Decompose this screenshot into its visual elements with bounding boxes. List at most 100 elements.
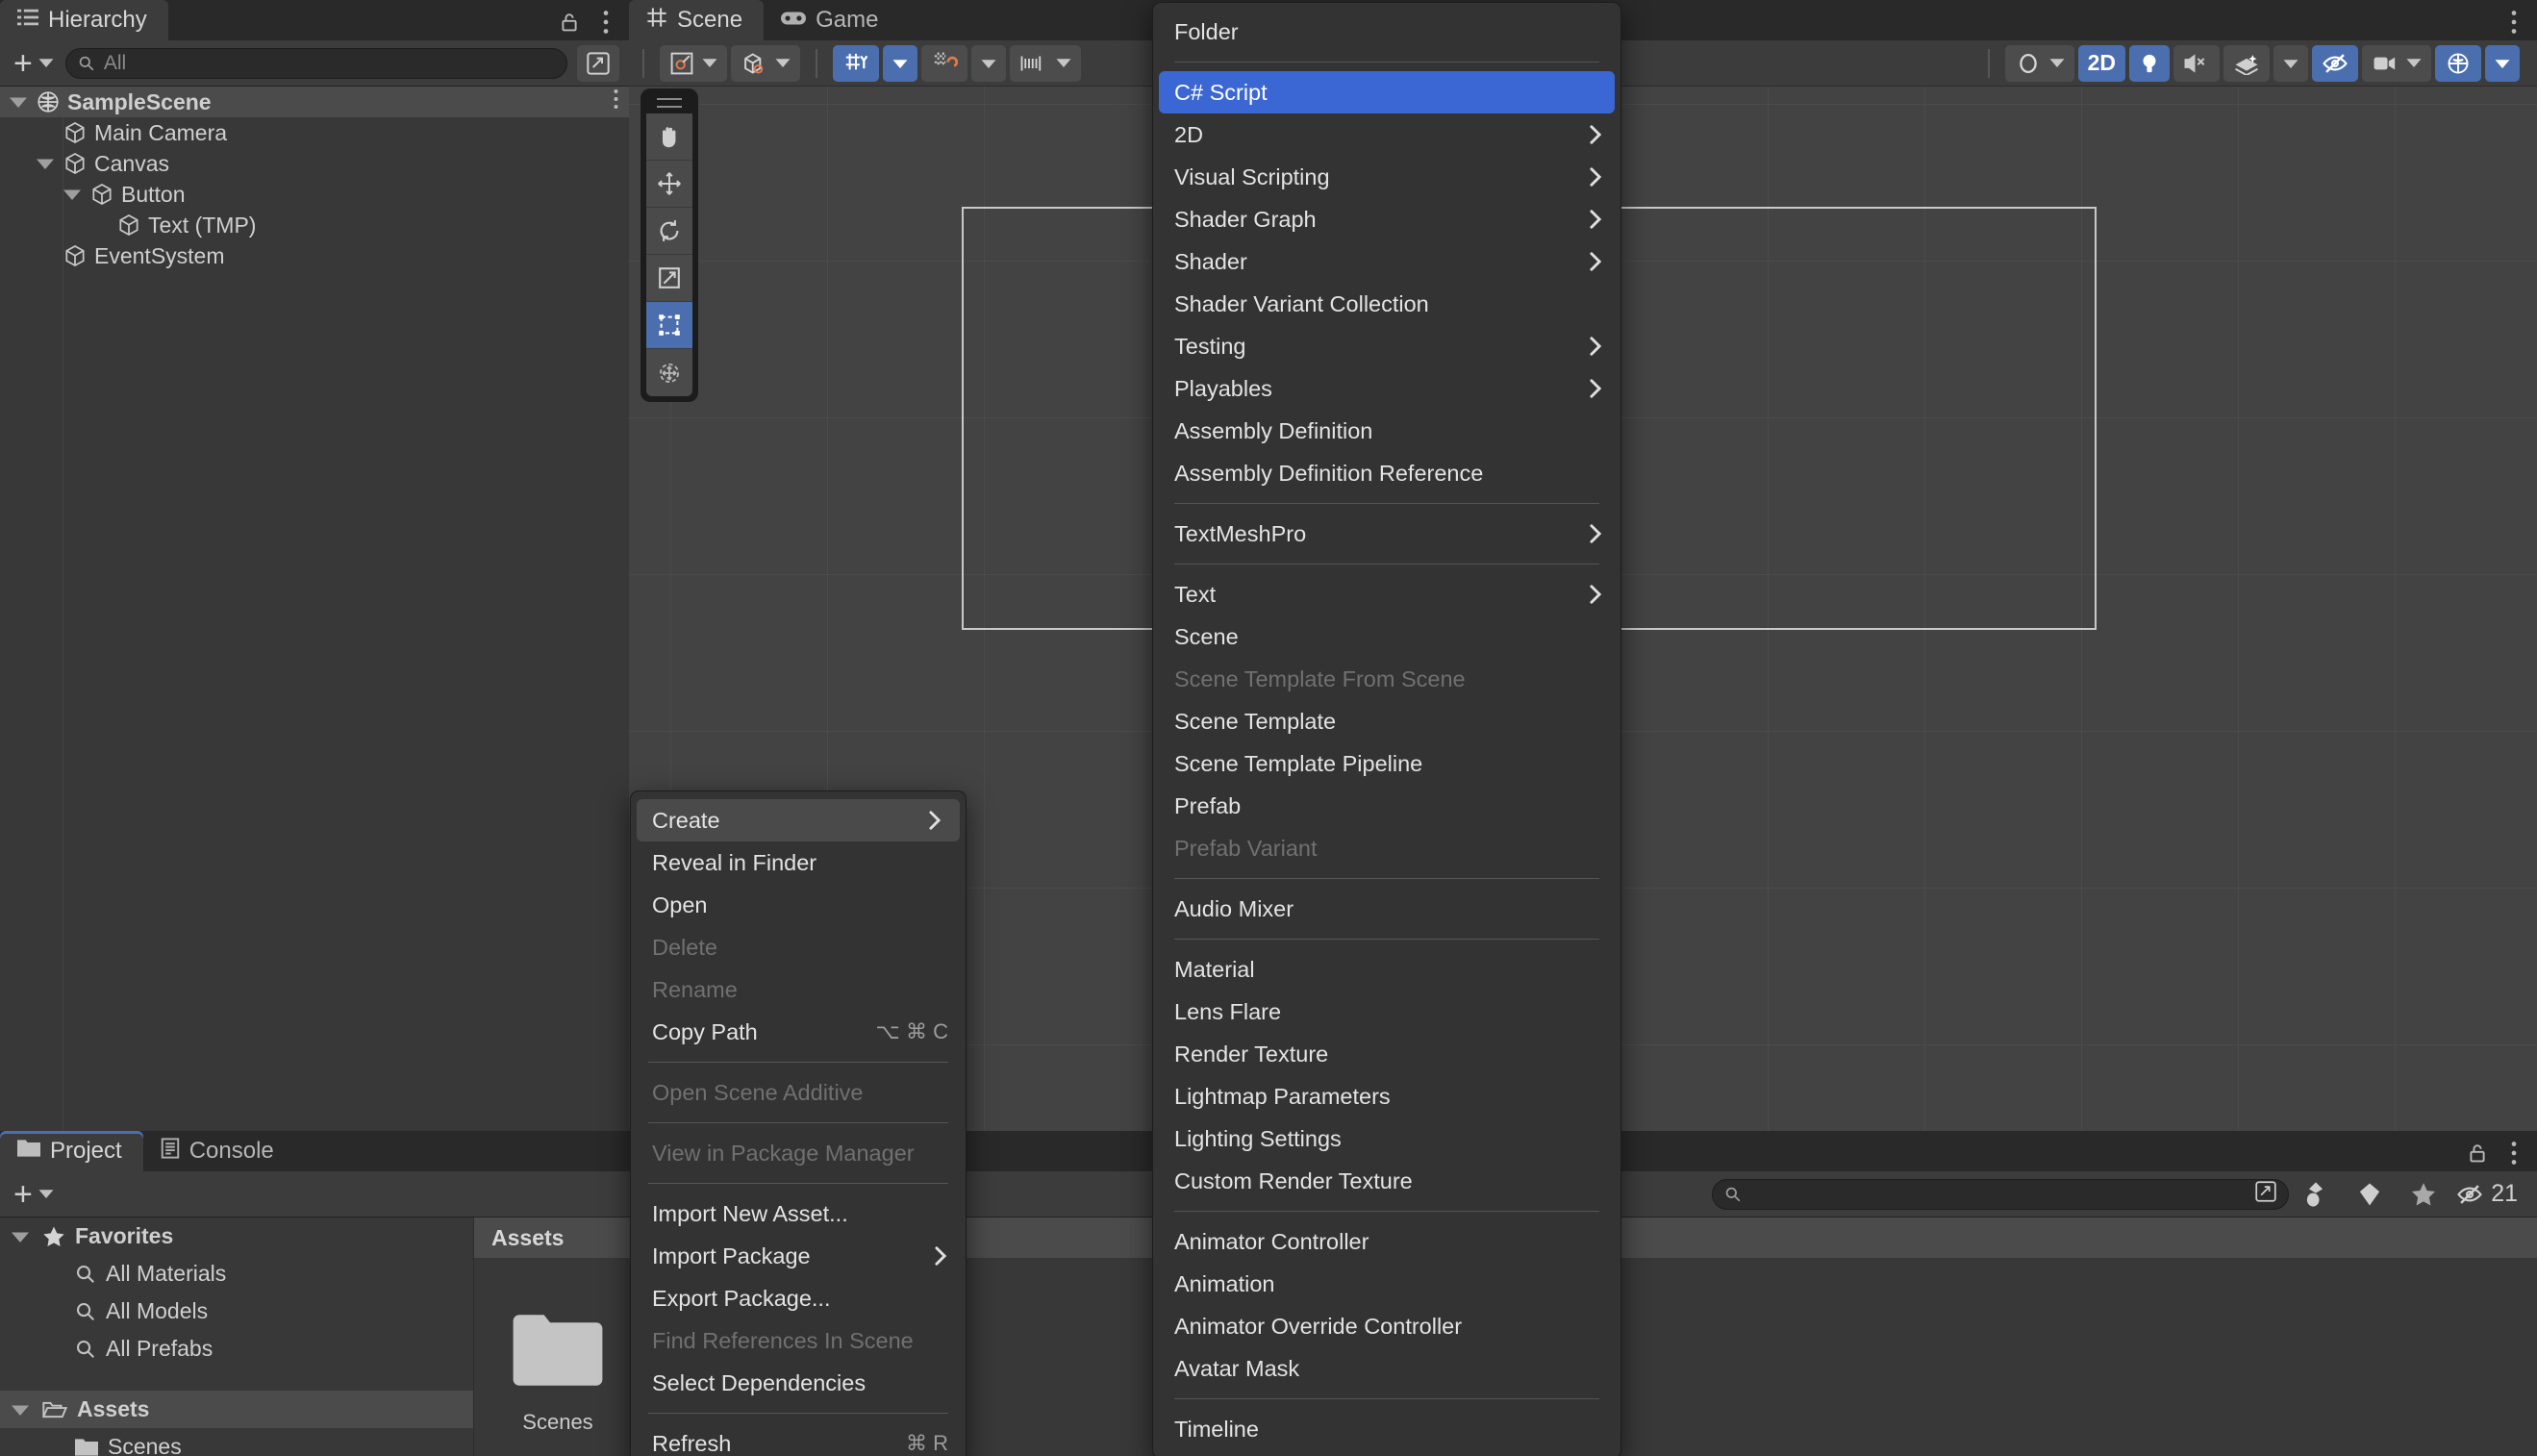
- grid-snap-toggle[interactable]: [921, 44, 967, 82]
- menu-item-create[interactable]: Create: [637, 799, 960, 841]
- 2d-toggle[interactable]: 2D: [2077, 44, 2125, 82]
- menu-item-assembly-definition[interactable]: Assembly Definition: [1153, 410, 1620, 452]
- project-tree-item-all-models[interactable]: All Models: [0, 1293, 473, 1330]
- menu-item-import-package[interactable]: Import Package: [631, 1235, 966, 1277]
- menu-item-material[interactable]: Material: [1153, 948, 1620, 991]
- grid-snap-dropdown[interactable]: [971, 44, 1006, 82]
- create-asset-button[interactable]: +: [0, 1178, 38, 1211]
- menu-item-export-package[interactable]: Export Package...: [631, 1277, 966, 1319]
- tab-project[interactable]: Project: [0, 1131, 143, 1171]
- menu-item-animation[interactable]: Animation: [1153, 1263, 1620, 1305]
- tab-scene[interactable]: Scene: [629, 0, 765, 40]
- menu-item-shader[interactable]: Shader: [1153, 240, 1620, 283]
- menu-item-scene-template-pipeline[interactable]: Scene Template Pipeline: [1153, 742, 1620, 785]
- effects-dropdown[interactable]: [2273, 44, 2308, 82]
- menu-item-shader-variant-collection[interactable]: Shader Variant Collection: [1153, 283, 1620, 325]
- hierarchy-item-main-camera[interactable]: Main Camera: [0, 117, 629, 148]
- hierarchy-item-samplescene[interactable]: SampleScene: [0, 87, 629, 117]
- menu-item-lighting-settings[interactable]: Lighting Settings: [1153, 1117, 1620, 1160]
- twirl-down-icon[interactable]: [8, 96, 29, 108]
- hierarchy-search-expand-icon[interactable]: [577, 44, 619, 82]
- more-menu-icon[interactable]: [602, 10, 610, 35]
- menu-item-audio-mixer[interactable]: Audio Mixer: [1153, 888, 1620, 930]
- menu-item-custom-render-texture[interactable]: Custom Render Texture: [1153, 1160, 1620, 1202]
- asset-item[interactable]: Scenes: [497, 1296, 618, 1456]
- menu-item-animator-override-controller[interactable]: Animator Override Controller: [1153, 1305, 1620, 1347]
- menu-item-prefab[interactable]: Prefab: [1153, 785, 1620, 827]
- menu-item-c#-script[interactable]: C# Script: [1159, 71, 1615, 113]
- tab-console[interactable]: Console: [143, 1131, 295, 1171]
- more-menu-icon[interactable]: [613, 88, 619, 115]
- add-gameobject-button[interactable]: +: [0, 47, 38, 80]
- project-search-input[interactable]: [1712, 1178, 2290, 1210]
- twirl-down-icon[interactable]: [62, 188, 83, 200]
- menu-item-refresh[interactable]: Refresh ⌘ R: [631, 1422, 966, 1456]
- menu-item-avatar-mask[interactable]: Avatar Mask: [1153, 1347, 1620, 1390]
- tab-game[interactable]: Game: [764, 0, 899, 40]
- lock-icon[interactable]: [2466, 1142, 2489, 1165]
- hand-tool[interactable]: [646, 113, 692, 161]
- favorites-star-icon[interactable]: [2397, 1171, 2450, 1218]
- handle-rotation-dropdown[interactable]: [731, 44, 800, 82]
- project-tree-item-all-prefabs[interactable]: All Prefabs: [0, 1330, 473, 1368]
- pivot-mode-dropdown[interactable]: [660, 44, 727, 82]
- add-dropdown-chevron-icon[interactable]: [38, 55, 54, 72]
- menu-item-lightmap-parameters[interactable]: Lightmap Parameters: [1153, 1075, 1620, 1117]
- snap-increment-dropdown[interactable]: [1010, 44, 1081, 82]
- twirl-down-icon[interactable]: [8, 1404, 33, 1416]
- hierarchy-search-input[interactable]: All: [64, 47, 567, 79]
- filter-by-label-icon[interactable]: [2343, 1171, 2397, 1218]
- grid-axis-toggle[interactable]: [833, 44, 879, 82]
- menu-item-text[interactable]: Text: [1153, 573, 1620, 615]
- scale-tool[interactable]: [646, 255, 692, 302]
- twirl-down-icon[interactable]: [8, 1231, 33, 1243]
- twirl-down-icon[interactable]: [35, 158, 56, 169]
- menu-item-2d[interactable]: 2D: [1153, 113, 1620, 156]
- camera-settings-dropdown[interactable]: [2362, 44, 2431, 82]
- filter-by-type-icon[interactable]: [2289, 1171, 2343, 1218]
- project-tree-item-all-materials[interactable]: All Materials: [0, 1255, 473, 1293]
- create-dropdown-chevron-icon[interactable]: [38, 1186, 54, 1203]
- menu-item-select-dependencies[interactable]: Select Dependencies: [631, 1362, 966, 1404]
- move-tool[interactable]: [646, 161, 692, 208]
- menu-item-testing[interactable]: Testing: [1153, 325, 1620, 367]
- gizmos-toggle[interactable]: [2435, 44, 2481, 82]
- project-tree-item-assets[interactable]: Assets: [0, 1391, 473, 1428]
- menu-item-textmeshpro[interactable]: TextMeshPro: [1153, 513, 1620, 555]
- hidden-assets-indicator[interactable]: 21: [2450, 1180, 2537, 1208]
- audio-toggle[interactable]: [2173, 44, 2220, 82]
- project-search-expand-icon[interactable]: [2255, 1180, 2276, 1208]
- menu-item-scene[interactable]: Scene: [1153, 615, 1620, 658]
- lighting-toggle[interactable]: [2129, 44, 2170, 82]
- menu-item-lens-flare[interactable]: Lens Flare: [1153, 991, 1620, 1033]
- more-menu-icon[interactable]: [2510, 1141, 2518, 1166]
- hierarchy-item-text-tmp[interactable]: Text (TMP): [0, 210, 629, 240]
- hierarchy-item-button[interactable]: Button: [0, 179, 629, 210]
- transform-tool[interactable]: [646, 349, 692, 396]
- tab-hierarchy[interactable]: Hierarchy: [0, 0, 168, 40]
- menu-item-visual-scripting[interactable]: Visual Scripting: [1153, 156, 1620, 198]
- menu-item-import-new-asset[interactable]: Import New Asset...: [631, 1192, 966, 1235]
- menu-item-shader-graph[interactable]: Shader Graph: [1153, 198, 1620, 240]
- lock-icon[interactable]: [558, 11, 581, 34]
- hierarchy-item-eventsystem[interactable]: EventSystem: [0, 240, 629, 271]
- menu-item-copy-path[interactable]: Copy Path ⌥ ⌘ C: [631, 1011, 966, 1053]
- menu-item-assembly-definition-reference[interactable]: Assembly Definition Reference: [1153, 452, 1620, 494]
- project-tree-item-scenes[interactable]: Scenes: [0, 1428, 473, 1456]
- gizmos-dropdown[interactable]: [2485, 44, 2520, 82]
- menu-item-playables[interactable]: Playables: [1153, 367, 1620, 410]
- menu-item-scene-template[interactable]: Scene Template: [1153, 700, 1620, 742]
- palette-drag-handle[interactable]: [657, 98, 682, 108]
- more-menu-icon[interactable]: [2510, 10, 2518, 35]
- shading-mode-dropdown[interactable]: [2004, 44, 2074, 82]
- menu-item-folder[interactable]: Folder: [1153, 11, 1620, 53]
- effects-toggle[interactable]: [2223, 44, 2270, 82]
- menu-item-animator-controller[interactable]: Animator Controller: [1153, 1220, 1620, 1263]
- project-tree-item-favorites[interactable]: Favorites: [0, 1218, 473, 1255]
- menu-item-timeline[interactable]: Timeline: [1153, 1408, 1620, 1450]
- rect-tool[interactable]: [646, 302, 692, 349]
- menu-item-reveal-in-finder[interactable]: Reveal in Finder: [631, 841, 966, 884]
- scene-visibility-toggle[interactable]: [2312, 44, 2358, 82]
- rotate-tool[interactable]: [646, 208, 692, 255]
- hierarchy-item-canvas[interactable]: Canvas: [0, 148, 629, 179]
